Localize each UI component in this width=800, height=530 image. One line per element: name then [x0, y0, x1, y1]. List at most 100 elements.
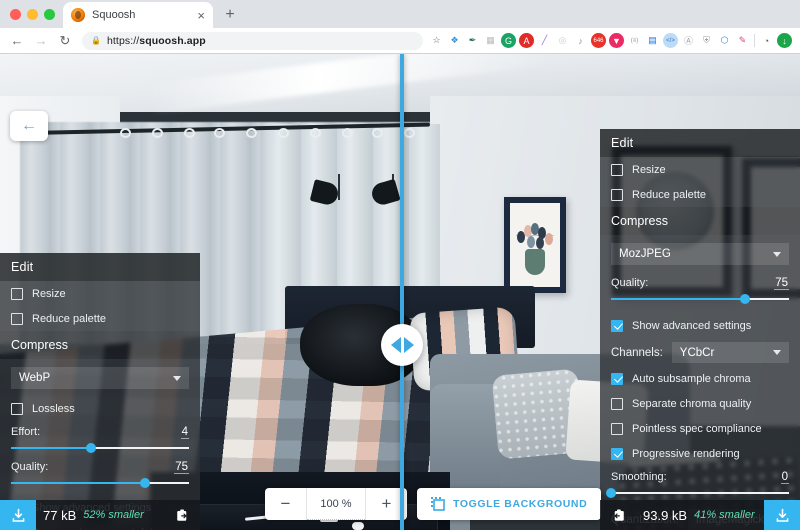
bookmark-star-icon[interactable]: ☆	[429, 33, 444, 48]
left-download-button[interactable]	[0, 500, 36, 530]
right-smoothing-value: 0	[780, 471, 789, 484]
right-pointless-spec-option[interactable]: Pointless spec compliance	[600, 416, 800, 441]
left-lossless-label: Lossless	[32, 402, 75, 415]
left-panel-title: Edit	[0, 253, 200, 281]
right-progressive-checkbox[interactable]	[611, 447, 623, 460]
left-resize-label: Resize	[32, 287, 66, 300]
right-quality-row: Quality: 75	[600, 272, 800, 291]
right-auto-subsample-checkbox[interactable]	[611, 372, 623, 385]
shield-extension-icon[interactable]: ▼	[609, 33, 624, 48]
download-extension-icon[interactable]: ↓	[777, 33, 792, 48]
close-window-button[interactable]	[10, 8, 21, 20]
counter-extension-icon[interactable]: 646	[591, 33, 606, 48]
marker-extension-icon[interactable]: ✎	[735, 33, 750, 48]
back-arrow-icon: ←	[21, 117, 37, 134]
right-quality-value: 75	[774, 277, 789, 290]
browser-tab-squoosh[interactable]: Squoosh ×	[63, 2, 213, 28]
chevron-down-icon	[773, 251, 781, 257]
left-compress-title: Compress	[0, 331, 200, 359]
new-tab-button[interactable]: +	[217, 2, 243, 28]
adblock-extension-icon[interactable]: A	[519, 33, 534, 48]
grid-extension-icon[interactable]: ▦	[483, 33, 498, 48]
right-show-advanced-option[interactable]: Show advanced settings	[600, 313, 800, 338]
letter-a-extension-icon[interactable]: Ⓐ	[681, 33, 696, 48]
left-size-delta: 52% smaller	[83, 509, 144, 521]
right-reduce-palette-checkbox[interactable]	[611, 188, 623, 201]
right-separate-chroma-label: Separate chroma quality	[632, 397, 752, 410]
toolbar-separator	[754, 34, 755, 47]
left-reduce-palette-checkbox[interactable]	[11, 312, 23, 325]
back-button[interactable]: ←	[10, 111, 48, 141]
speaker-extension-icon[interactable]: ♪	[573, 33, 588, 48]
right-channels-value: YCbCr	[679, 346, 715, 359]
comparison-split-handle[interactable]	[381, 324, 423, 366]
pen-extension-icon[interactable]: ╱	[537, 33, 552, 48]
left-codec-select[interactable]: WebP	[11, 367, 189, 389]
left-options-panel: Edit Resize Reduce palette Compress WebP	[0, 253, 200, 530]
profile-extension-icon[interactable]: ◔	[759, 33, 774, 48]
left-copy-to-other-button[interactable]	[164, 500, 200, 530]
right-smoothing-slider[interactable]	[606, 485, 789, 501]
left-resize-option[interactable]: Resize	[0, 281, 200, 306]
left-lossless-checkbox[interactable]	[11, 402, 23, 415]
right-separate-chroma-checkbox[interactable]	[611, 397, 623, 410]
minimize-window-button[interactable]	[27, 8, 38, 20]
right-progressive-option[interactable]: Progressive rendering	[600, 441, 800, 466]
layout-extension-icon[interactable]: ▤	[645, 33, 660, 48]
code-extension-icon[interactable]: </>	[663, 33, 678, 48]
reload-icon[interactable]: ↻	[54, 30, 76, 52]
right-smoothing-row: Smoothing: 0	[600, 466, 800, 485]
right-quality-label: Quality:	[611, 277, 649, 289]
left-effort-label: Effort:	[11, 426, 41, 438]
right-codec-select[interactable]: MozJPEG	[611, 243, 789, 265]
close-tab-button[interactable]: ×	[197, 9, 205, 22]
right-channels-select[interactable]: YCbCr	[671, 342, 789, 363]
window-controls	[8, 0, 63, 28]
right-resize-checkbox[interactable]	[611, 163, 623, 176]
right-reduce-palette-option[interactable]: Reduce palette	[600, 182, 800, 207]
viewer-controls: − 100 % + TOGGLE BACKGROUND	[265, 488, 602, 520]
right-channels-label: Channels:	[611, 346, 663, 359]
right-progressive-label: Progressive rendering	[632, 447, 740, 460]
left-effort-slider[interactable]	[11, 440, 189, 456]
right-resize-option[interactable]: Resize	[600, 157, 800, 182]
right-options-panel: Edit Resize Reduce palette Compress MozJ…	[600, 129, 800, 530]
toggle-background-button[interactable]: TOGGLE BACKGROUND	[417, 488, 602, 520]
right-copy-to-other-button[interactable]	[600, 500, 636, 530]
diamond-extension-icon[interactable]: ❖	[447, 33, 462, 48]
zoom-out-button[interactable]: −	[265, 488, 307, 520]
right-smoothing-label: Smoothing:	[611, 471, 667, 483]
right-separate-chroma-option[interactable]: Separate chroma quality	[600, 391, 800, 416]
shield-outline-extension-icon[interactable]: ⛨	[699, 33, 714, 48]
right-quality-slider[interactable]	[611, 291, 789, 307]
target-extension-icon[interactable]: ◎	[555, 33, 570, 48]
green-circle-extension-icon[interactable]: G	[501, 33, 516, 48]
left-resize-checkbox[interactable]	[11, 287, 23, 300]
checkerboard-icon	[431, 497, 445, 511]
address-bar[interactable]: 🔒 https://squoosh.app	[82, 31, 423, 50]
copy-to-other-side-icon	[613, 509, 624, 521]
right-show-advanced-checkbox[interactable]	[611, 319, 623, 332]
right-download-button[interactable]	[764, 500, 800, 530]
right-auto-subsample-option[interactable]: Auto subsample chroma	[600, 366, 800, 391]
right-pointless-spec-checkbox[interactable]	[611, 422, 623, 435]
forward-nav-icon[interactable]: →	[30, 30, 52, 52]
squoosh-favicon	[71, 8, 85, 22]
polygon-extension-icon[interactable]: ⬡	[717, 33, 732, 48]
left-lossless-option[interactable]: Lossless	[0, 396, 200, 421]
browser-window: Squoosh × + ← → ↻ 🔒 https://squoosh.app …	[0, 0, 800, 530]
eyedropper-extension-icon[interactable]: ✒	[465, 33, 480, 48]
chevron-down-icon	[773, 350, 781, 355]
zoom-level-value[interactable]: 100 %	[307, 488, 365, 520]
left-quality-slider[interactable]	[11, 475, 189, 491]
comparison-split-bar[interactable]	[400, 54, 404, 530]
maximize-window-button[interactable]	[44, 8, 55, 20]
right-channels-row: Channels: YCbCr	[600, 338, 800, 363]
left-quality-value: 75	[174, 461, 189, 474]
chevron-down-icon	[173, 375, 181, 381]
tab-strip: Squoosh × +	[0, 0, 800, 28]
brackets-extension-icon[interactable]: (≡)	[627, 33, 642, 48]
back-nav-icon[interactable]: ←	[6, 30, 28, 52]
left-reduce-palette-option[interactable]: Reduce palette	[0, 306, 200, 331]
right-resize-label: Resize	[632, 163, 666, 176]
